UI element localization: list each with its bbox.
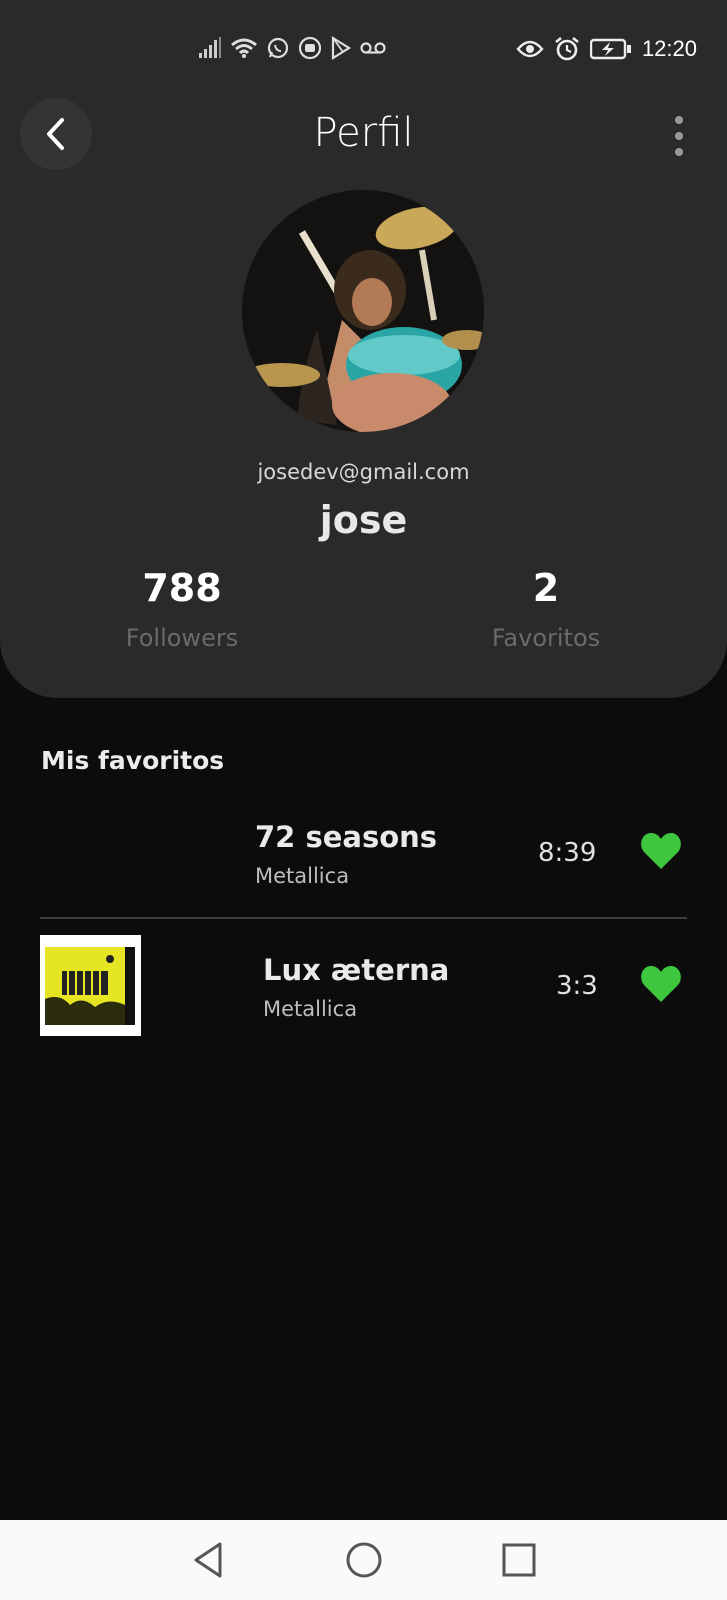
signal-icon: [199, 37, 221, 58]
system-nav-bar: [0, 1520, 727, 1600]
followers-count: 788: [142, 566, 222, 610]
status-time: 12:20: [641, 36, 697, 61]
section-title-favorites: Mis favoritos: [41, 746, 225, 775]
heart-icon[interactable]: [640, 832, 682, 870]
media-icon: [298, 36, 322, 60]
wifi-icon: [231, 38, 257, 58]
battery-icon: [589, 38, 631, 60]
whatsapp-icon: [267, 37, 289, 59]
voicemail-icon: [360, 42, 386, 54]
heart-icon[interactable]: [640, 965, 682, 1003]
favorites-count: 2: [532, 566, 560, 610]
more-options-button[interactable]: [667, 116, 691, 156]
back-triangle-icon[interactable]: [190, 1540, 226, 1580]
more-vertical-icon: [675, 116, 683, 124]
home-circle-icon[interactable]: [344, 1540, 384, 1580]
track-artist: Metallica: [263, 997, 358, 1021]
status-bar: 12:20: [0, 28, 727, 76]
track-duration: 8:39: [538, 838, 597, 868]
status-right-icons: 12:20: [516, 36, 697, 62]
status-left-icons: [198, 36, 386, 60]
album-cover: [40, 935, 141, 1036]
page-title: Perfil: [313, 110, 414, 156]
track-title: Lux æterna: [263, 953, 450, 987]
recents-square-icon[interactable]: [500, 1540, 538, 1580]
profile-avatar: [242, 190, 484, 432]
followers-label: Followers: [125, 624, 239, 652]
favorites-label: Favoritos: [491, 624, 601, 652]
play-store-icon: [331, 36, 352, 60]
profile-email: josedev@gmail.com: [257, 460, 470, 484]
profile-username: jose: [319, 498, 408, 542]
track-row[interactable]: Lux æterna Metallica 3:3: [40, 935, 687, 1036]
track-title: 72 seasons: [255, 820, 438, 854]
alarm-icon: [555, 36, 579, 61]
track-duration: 3:3: [556, 971, 598, 1001]
favorites-stat[interactable]: 2 Favoritos: [416, 566, 676, 652]
track-artist: Metallica: [255, 864, 350, 888]
followers-stat[interactable]: 788 Followers: [52, 566, 312, 652]
divider: [40, 917, 687, 919]
track-row[interactable]: 72 seasons Metallica 8:39: [40, 800, 687, 900]
eye-icon: [516, 40, 544, 58]
